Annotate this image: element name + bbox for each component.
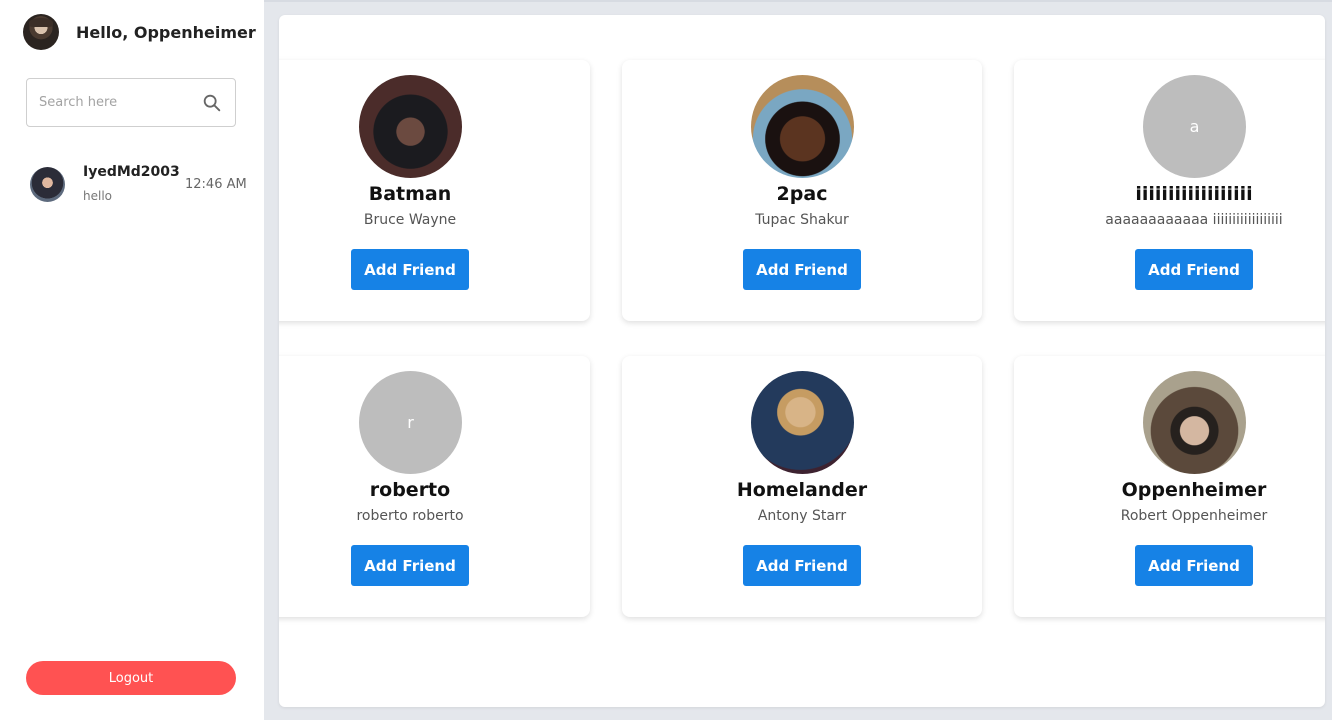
user-name: Batman xyxy=(368,183,452,205)
user-full-name: aaaaaaaaaaaa iiiiiiiiiiiiiiiiii xyxy=(1105,212,1283,228)
chat-time: 12:46 AM xyxy=(185,177,247,192)
user-name: iiiiiiiiiiiiiiiiii xyxy=(1135,183,1253,205)
user-avatar-placeholder: r xyxy=(359,371,462,474)
user-photo xyxy=(751,371,854,474)
user-name: 2pac xyxy=(776,183,828,205)
user-card: Homelander Antony Starr Add Friend xyxy=(622,356,982,617)
user-name: Oppenheimer xyxy=(1121,479,1267,501)
chat-list-item[interactable]: IyedMd2003 hello 12:46 AM xyxy=(30,164,250,210)
user-name: roberto xyxy=(369,479,451,501)
user-card: Oppenheimer Robert Oppenheimer Add Frien… xyxy=(1014,356,1325,617)
add-friend-button[interactable]: Add Friend xyxy=(1135,249,1253,290)
user-avatar-placeholder: a xyxy=(1143,75,1246,178)
user-photo xyxy=(359,75,462,178)
user-card: r roberto roberto roberto Add Friend xyxy=(279,356,590,617)
user-name: Homelander xyxy=(736,479,868,501)
user-photo xyxy=(751,75,854,178)
user-photo xyxy=(1143,371,1246,474)
current-user-avatar xyxy=(23,14,59,50)
add-friend-button[interactable]: Add Friend xyxy=(351,249,469,290)
user-grid: Batman Bruce Wayne Add Friend 2pac Tupac… xyxy=(279,15,1325,707)
user-card: 2pac Tupac Shakur Add Friend xyxy=(622,60,982,321)
add-friend-button[interactable]: Add Friend xyxy=(743,545,861,586)
logout-button[interactable]: Logout xyxy=(26,661,236,695)
user-full-name: Robert Oppenheimer xyxy=(1120,508,1268,524)
chat-name: IyedMd2003 xyxy=(83,164,180,180)
chat-avatar xyxy=(30,167,65,202)
user-full-name: Bruce Wayne xyxy=(363,212,457,228)
add-friend-button[interactable]: Add Friend xyxy=(743,249,861,290)
chat-last-message: hello xyxy=(83,189,112,203)
user-full-name: Tupac Shakur xyxy=(755,212,849,228)
user-card: a iiiiiiiiiiiiiiiiii aaaaaaaaaaaa iiiiii… xyxy=(1014,60,1325,321)
sidebar-header: Hello, Oppenheimer xyxy=(23,14,256,50)
greeting: Hello, Oppenheimer xyxy=(76,22,256,42)
user-full-name: roberto roberto xyxy=(356,508,464,524)
add-friend-button[interactable]: Add Friend xyxy=(1135,545,1253,586)
user-card: Batman Bruce Wayne Add Friend xyxy=(279,60,590,321)
search-box xyxy=(26,78,236,127)
user-full-name: Antony Starr xyxy=(757,508,847,524)
sidebar: Hello, Oppenheimer IyedMd2003 hello 12:4… xyxy=(0,0,264,720)
add-friend-button[interactable]: Add Friend xyxy=(351,545,469,586)
search-icon[interactable] xyxy=(201,92,223,114)
search-input[interactable] xyxy=(39,95,201,110)
